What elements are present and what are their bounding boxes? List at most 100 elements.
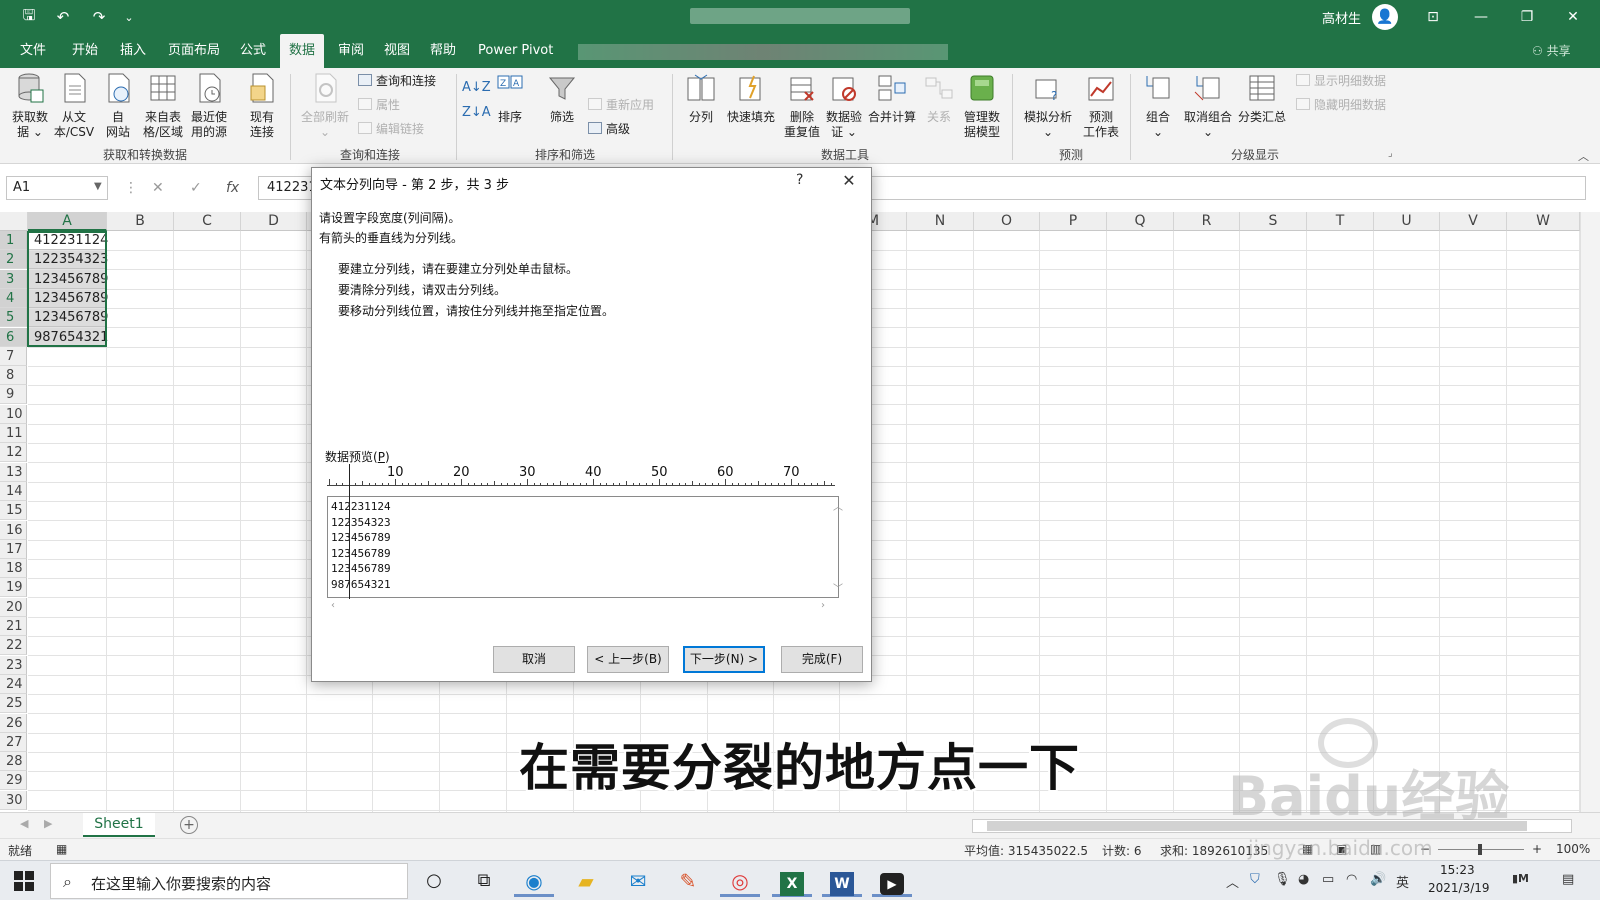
tab-file[interactable]: 文件 bbox=[14, 34, 52, 68]
taskbar-search-box[interactable]: ⌕ 在这里输入你要搜索的内容 bbox=[50, 863, 408, 899]
close-icon[interactable]: ✕ bbox=[836, 169, 862, 193]
column-header[interactable]: Q bbox=[1107, 212, 1174, 231]
from-web-button[interactable]: 自 网站 bbox=[100, 72, 136, 140]
column-header[interactable]: P bbox=[1040, 212, 1107, 231]
edit-links-button[interactable]: 编辑链接 bbox=[358, 120, 424, 138]
row-header[interactable]: 18 bbox=[0, 559, 27, 579]
row-header[interactable]: 12 bbox=[0, 443, 27, 463]
scroll-left-icon[interactable]: ‹ bbox=[331, 600, 335, 611]
undo-icon[interactable]: ↶ bbox=[50, 6, 76, 28]
next-sheet-icon[interactable]: ▶ bbox=[44, 817, 52, 830]
refresh-all-button[interactable]: 全部刷新 ⌄ bbox=[296, 72, 354, 140]
name-box[interactable]: A1 bbox=[6, 176, 108, 200]
recent-sources-button[interactable]: 最近使 用的源 bbox=[186, 72, 232, 140]
sheet-tab-sheet1[interactable]: Sheet1 bbox=[83, 813, 155, 837]
macro-record-icon[interactable]: ▦ bbox=[56, 842, 67, 856]
cell-a6[interactable]: 987654321 bbox=[28, 327, 108, 347]
row-header[interactable]: 15 bbox=[0, 501, 27, 521]
what-if-analysis-button[interactable]: ? 模拟分析 ⌄ bbox=[1020, 72, 1076, 140]
data-validation-button[interactable]: 数据验 证 ⌄ bbox=[822, 72, 866, 140]
tab-formulas[interactable]: 公式 bbox=[234, 34, 272, 68]
group-button[interactable]: 组合 ⌄ bbox=[1138, 72, 1178, 140]
row-header[interactable]: 28 bbox=[0, 752, 27, 772]
row-header[interactable]: 8 bbox=[0, 366, 27, 386]
netease-music-icon[interactable]: ◎ bbox=[720, 865, 760, 897]
flash-fill-button[interactable]: 快速填充 bbox=[722, 72, 780, 125]
cell-a2[interactable]: 122354323 bbox=[28, 250, 108, 270]
get-data-button[interactable]: 获取数 据 ⌄ bbox=[8, 72, 52, 140]
row-header[interactable]: 29 bbox=[0, 771, 27, 791]
security-shield-icon[interactable]: ⛉ bbox=[1250, 872, 1260, 887]
column-break-line[interactable] bbox=[349, 464, 350, 599]
tab-power-pivot[interactable]: Power Pivot bbox=[472, 34, 559, 68]
row-header[interactable]: 5 bbox=[0, 308, 27, 328]
reapply-button[interactable]: 重新应用 bbox=[588, 96, 654, 114]
column-header[interactable]: O bbox=[974, 212, 1040, 231]
row-header[interactable]: 17 bbox=[0, 539, 27, 559]
data-preview-box[interactable]: 412231124 122354323 123456789 123456789 1234… bbox=[327, 496, 839, 598]
row-header[interactable]: 22 bbox=[0, 636, 27, 656]
collapse-ribbon-icon[interactable]: ︿ bbox=[1578, 148, 1589, 164]
cancel-button[interactable]: 取消 bbox=[493, 646, 575, 673]
select-all-corner[interactable] bbox=[0, 212, 28, 231]
tab-data[interactable]: 数据 bbox=[280, 34, 324, 68]
column-header[interactable]: A bbox=[28, 212, 107, 231]
tray-expand-icon[interactable]: ︿ bbox=[1226, 872, 1239, 891]
row-header[interactable]: 24 bbox=[0, 674, 27, 694]
row-header[interactable]: 11 bbox=[0, 424, 27, 443]
column-header[interactable]: R bbox=[1174, 212, 1240, 231]
name-box-dropdown-icon[interactable]: ▼ bbox=[94, 181, 102, 192]
volume-icon[interactable]: 🔊 bbox=[1370, 872, 1386, 887]
properties-button[interactable]: 属性 bbox=[358, 96, 400, 114]
share-button[interactable]: ⚇ 共享 bbox=[1532, 34, 1571, 68]
row-header[interactable]: 26 bbox=[0, 713, 27, 733]
consolidate-button[interactable]: 合并计算 bbox=[866, 72, 918, 125]
row-header[interactable]: 30 bbox=[0, 790, 27, 810]
tab-home[interactable]: 开始 bbox=[66, 34, 104, 68]
row-header[interactable]: 23 bbox=[0, 655, 27, 675]
sort-button[interactable]: ZA 排序 bbox=[492, 72, 528, 125]
forecast-sheet-button[interactable]: 预测 工作表 bbox=[1078, 72, 1124, 140]
battery-icon[interactable]: ▭ bbox=[1322, 872, 1334, 887]
row-header[interactable]: 4 bbox=[0, 288, 27, 308]
column-header[interactable]: C bbox=[174, 212, 241, 231]
row-header[interactable]: 20 bbox=[0, 597, 27, 617]
zoom-in-icon[interactable]: + bbox=[1532, 842, 1542, 856]
ime-indicator[interactable]: 英 bbox=[1396, 872, 1409, 891]
vertical-scrollbar[interactable] bbox=[1580, 212, 1600, 812]
minimize-icon[interactable]: — bbox=[1466, 5, 1496, 29]
row-header[interactable]: 19 bbox=[0, 578, 27, 598]
tab-page-layout[interactable]: 页面布局 bbox=[162, 34, 226, 68]
avatar[interactable]: 👤 bbox=[1372, 4, 1398, 30]
edge-browser-icon[interactable]: ◉ bbox=[514, 865, 554, 897]
ungroup-button[interactable]: 取消组合 ⌄ bbox=[1180, 72, 1236, 140]
scroll-right-icon[interactable]: › bbox=[821, 600, 825, 611]
column-header[interactable]: W bbox=[1507, 212, 1580, 231]
tab-help[interactable]: 帮助 bbox=[424, 34, 462, 68]
sort-az-button[interactable]: A↓Z Z↓A bbox=[462, 72, 491, 120]
clock-date[interactable]: 2021/3/19 bbox=[1428, 881, 1490, 895]
finish-button[interactable]: 完成(F) bbox=[781, 646, 863, 673]
tab-review[interactable]: 审阅 bbox=[332, 34, 370, 68]
manage-data-model-button[interactable]: 管理数 据模型 bbox=[960, 72, 1004, 140]
wifi-icon[interactable]: ◠ bbox=[1346, 872, 1357, 887]
cell-a3[interactable]: 123456789 bbox=[28, 269, 108, 289]
window-close-icon[interactable]: ✕ bbox=[1558, 5, 1588, 29]
maximize-icon[interactable]: ❐ bbox=[1512, 5, 1542, 29]
row-header[interactable]: 3 bbox=[0, 269, 27, 289]
recorder-tray-icon[interactable]: ▮M bbox=[1512, 872, 1529, 885]
word-icon[interactable]: W bbox=[822, 865, 862, 897]
from-table-button[interactable]: 来自表 格/区域 bbox=[140, 72, 186, 140]
back-button[interactable]: < 上一步(B) bbox=[587, 646, 669, 673]
row-header[interactable]: 13 bbox=[0, 462, 27, 482]
row-header[interactable]: 16 bbox=[0, 520, 27, 540]
row-header[interactable]: 7 bbox=[0, 346, 27, 366]
notifications-icon[interactable]: ▤ bbox=[1562, 872, 1574, 887]
qq-icon[interactable]: ◕ bbox=[1298, 872, 1309, 887]
customize-qat-icon[interactable]: ⌄ bbox=[122, 6, 136, 28]
next-button[interactable]: 下一步(N) > bbox=[683, 646, 765, 673]
preview-vertical-scrollbar[interactable]: ︿ ﹀ bbox=[830, 496, 846, 598]
zoom-slider-thumb[interactable] bbox=[1478, 844, 1482, 855]
row-header[interactable]: 10 bbox=[0, 404, 27, 424]
paint-icon[interactable]: ✎ bbox=[668, 865, 708, 897]
